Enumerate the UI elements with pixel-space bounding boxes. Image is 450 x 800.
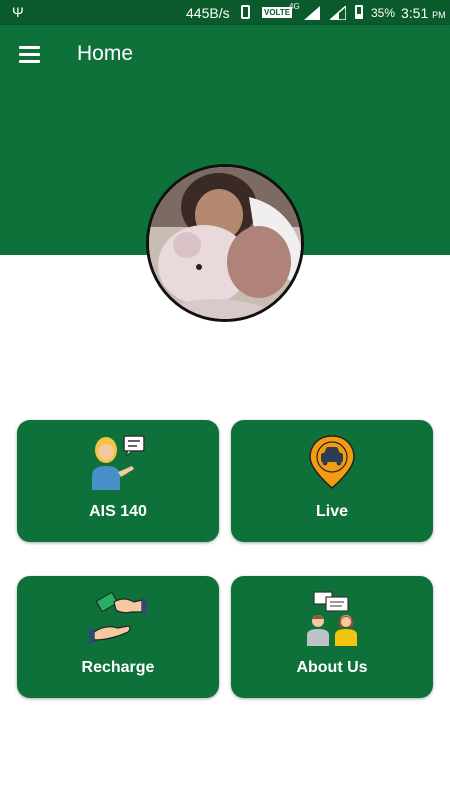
tile-label: AIS 140 [89, 503, 147, 520]
tile-label: Live [315, 503, 348, 520]
about-us-tile[interactable]: About Us [231, 576, 433, 698]
ais140-tile[interactable]: AIS 140 [17, 420, 219, 542]
hands-money-icon [89, 591, 147, 644]
recharge-tile[interactable]: Recharge [17, 576, 219, 698]
people-meeting-icon [307, 591, 357, 646]
network-type: 4G [289, 2, 300, 11]
live-tile[interactable]: Live [231, 420, 433, 542]
car-location-pin-icon [309, 435, 355, 489]
status-bar: Ψ 445B/s VOLTE 4G 35% 3:51 PM [0, 0, 450, 25]
phone-icon [241, 5, 250, 19]
page-title: Home [77, 42, 134, 65]
menu-icon[interactable] [19, 46, 40, 63]
app-bar: Home [0, 25, 450, 85]
tile-label: Recharge [81, 659, 155, 676]
person-chat-icon [92, 435, 145, 490]
battery-percent: 35% [371, 6, 396, 20]
usb-icon: Ψ [12, 4, 24, 20]
profile-avatar[interactable] [146, 164, 304, 322]
clock: 3:51 PM [401, 5, 446, 21]
network-speed: 445B/s [186, 5, 230, 21]
volte-badge: VOLTE [262, 7, 293, 18]
signal-icon [304, 6, 320, 20]
battery-icon [355, 5, 363, 19]
signal-icon-2 [330, 6, 346, 20]
tile-label: About Us [296, 659, 368, 676]
